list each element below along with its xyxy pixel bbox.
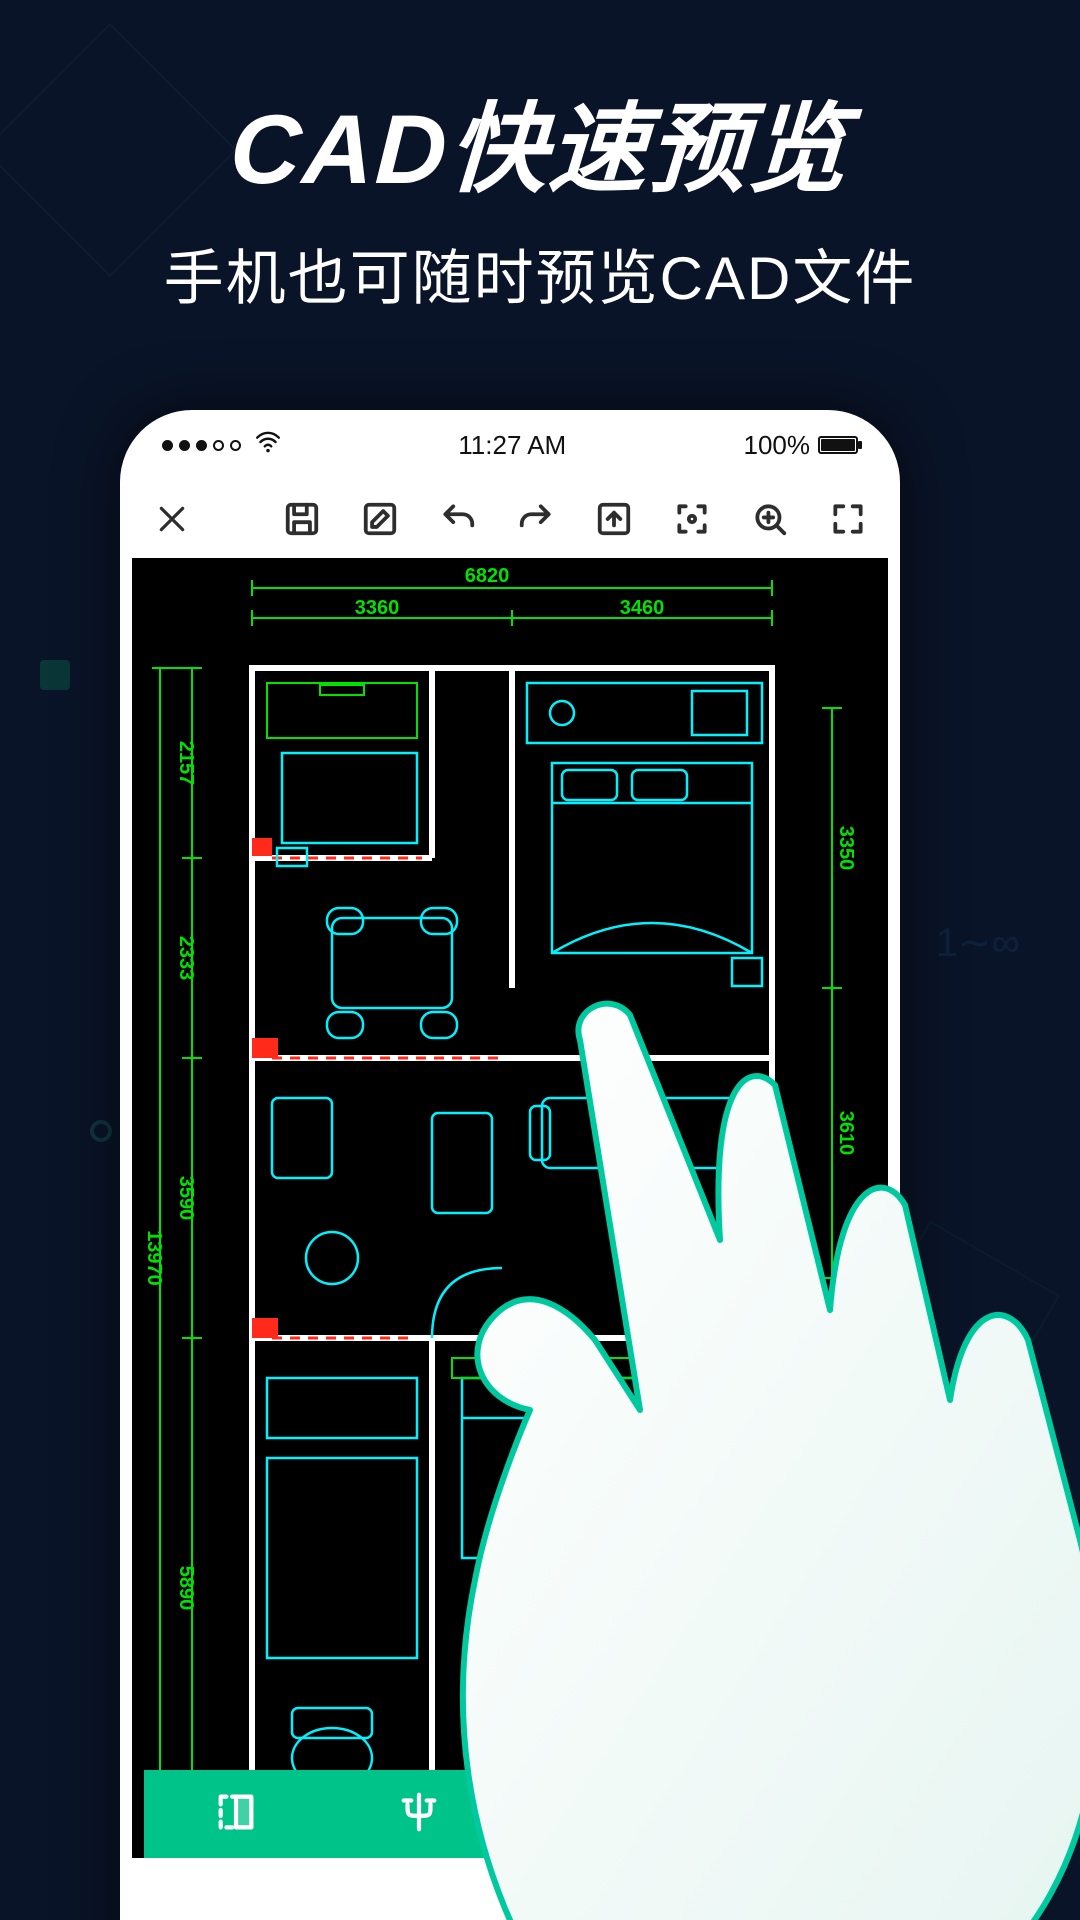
edit-button[interactable] bbox=[358, 497, 402, 541]
export-button[interactable] bbox=[592, 497, 636, 541]
bg-accent bbox=[90, 1120, 112, 1142]
fullscreen-button[interactable] bbox=[826, 497, 870, 541]
hero: CAD快速预览 手机也可随时预览CAD文件 bbox=[0, 70, 1080, 317]
dim-left-2: 2333 bbox=[175, 936, 197, 981]
wall-detail bbox=[252, 1038, 278, 1058]
dim-right-2: 3610 bbox=[835, 1111, 857, 1156]
battery-text: 100% bbox=[744, 430, 811, 461]
redo-button[interactable] bbox=[514, 497, 558, 541]
hero-subtitle: 手机也可随时预览CAD文件 bbox=[0, 230, 1080, 317]
dim-left-total: 13970 bbox=[143, 1230, 165, 1286]
wall-detail bbox=[252, 838, 272, 856]
cad-canvas[interactable]: 6820 3360 3460 13970 2157 2333 bbox=[132, 558, 888, 1858]
focus-button[interactable] bbox=[670, 497, 714, 541]
dim-left-4: 5890 bbox=[175, 1566, 197, 1611]
status-time: 11:27 AM bbox=[458, 430, 566, 461]
dim-left-1: 2157 bbox=[175, 741, 197, 786]
dim-top-left: 3360 bbox=[355, 597, 400, 619]
mirror-tool-button[interactable] bbox=[396, 1789, 442, 1840]
hatch-tool-button[interactable] bbox=[762, 1789, 808, 1840]
save-button[interactable] bbox=[280, 497, 324, 541]
dim-right-1: 3350 bbox=[835, 826, 857, 871]
wall-detail bbox=[252, 1318, 278, 1338]
zoom-in-button[interactable] bbox=[748, 497, 792, 541]
bg-accent: 1∼∞ bbox=[936, 920, 1020, 966]
wifi-icon bbox=[255, 429, 281, 462]
phone-frame: 11:27 AM 100% bbox=[120, 410, 900, 1920]
bg-accent bbox=[40, 660, 70, 690]
status-right: 100% bbox=[744, 430, 859, 461]
undo-button[interactable] bbox=[436, 497, 480, 541]
dim-top-total: 6820 bbox=[465, 565, 510, 587]
battery-icon bbox=[818, 436, 858, 454]
signal-dots bbox=[162, 429, 281, 462]
bottom-toolbar bbox=[144, 1770, 876, 1858]
floor-plan: 6820 3360 3460 13970 2157 2333 bbox=[132, 558, 888, 1858]
hero-title: CAD快速预览 bbox=[0, 70, 1080, 212]
layers-button[interactable] bbox=[579, 1789, 625, 1840]
area-tool-button[interactable] bbox=[213, 1789, 259, 1840]
status-bar: 11:27 AM 100% bbox=[120, 410, 900, 480]
dim-left-3: 3590 bbox=[175, 1176, 197, 1221]
dim-top-right: 3460 bbox=[620, 597, 665, 619]
close-button[interactable] bbox=[150, 497, 194, 541]
top-toolbar bbox=[120, 480, 900, 558]
